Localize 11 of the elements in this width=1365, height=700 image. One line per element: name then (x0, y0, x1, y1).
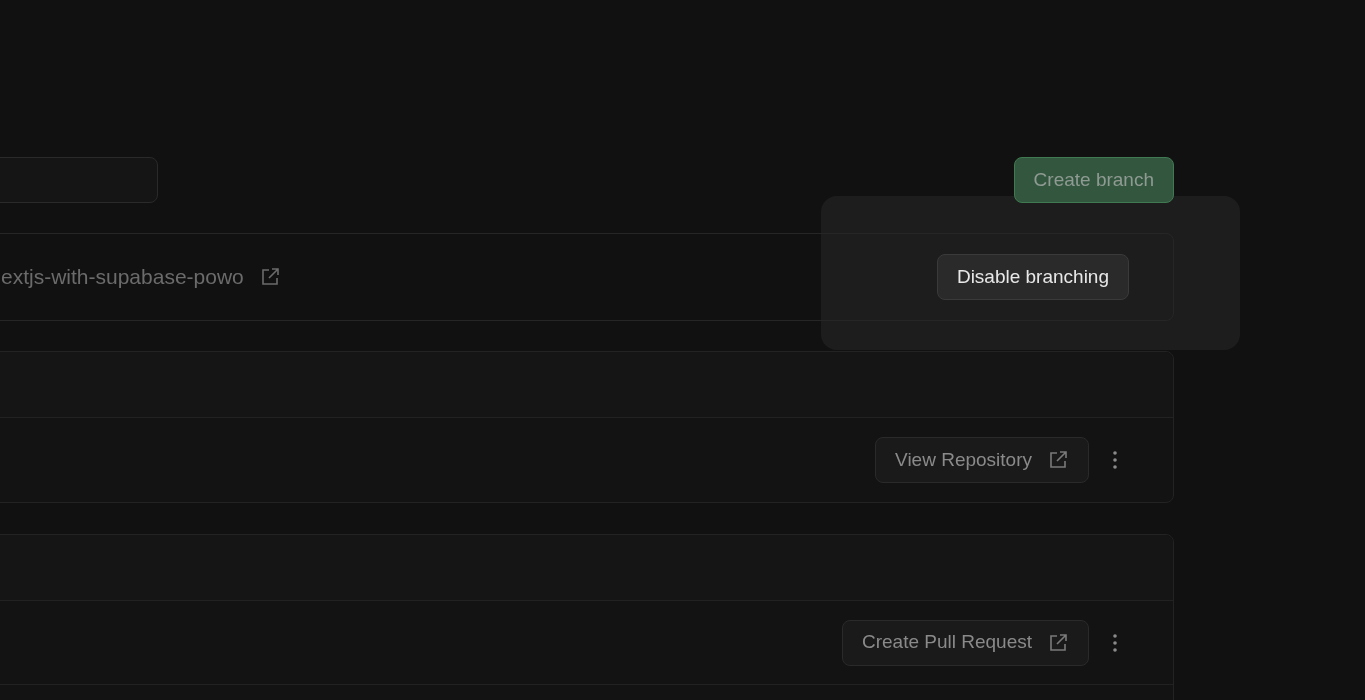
search-field[interactable] (0, 157, 158, 203)
action-button[interactable]: View Repository (875, 437, 1089, 483)
repository-name: extjs-with-supabase-powo (1, 264, 244, 291)
action-button[interactable]: Create Pull Request (841, 619, 1089, 666)
more-icon[interactable] (1113, 633, 1117, 652)
disable-branching-button[interactable]: Disable branching (936, 254, 1129, 300)
external-link-icon[interactable] (259, 267, 280, 287)
external-link-icon (1048, 632, 1068, 653)
create-branch-button[interactable]: Create branch (1013, 157, 1174, 203)
external-link-icon (1048, 450, 1068, 470)
more-icon[interactable] (1113, 451, 1117, 469)
